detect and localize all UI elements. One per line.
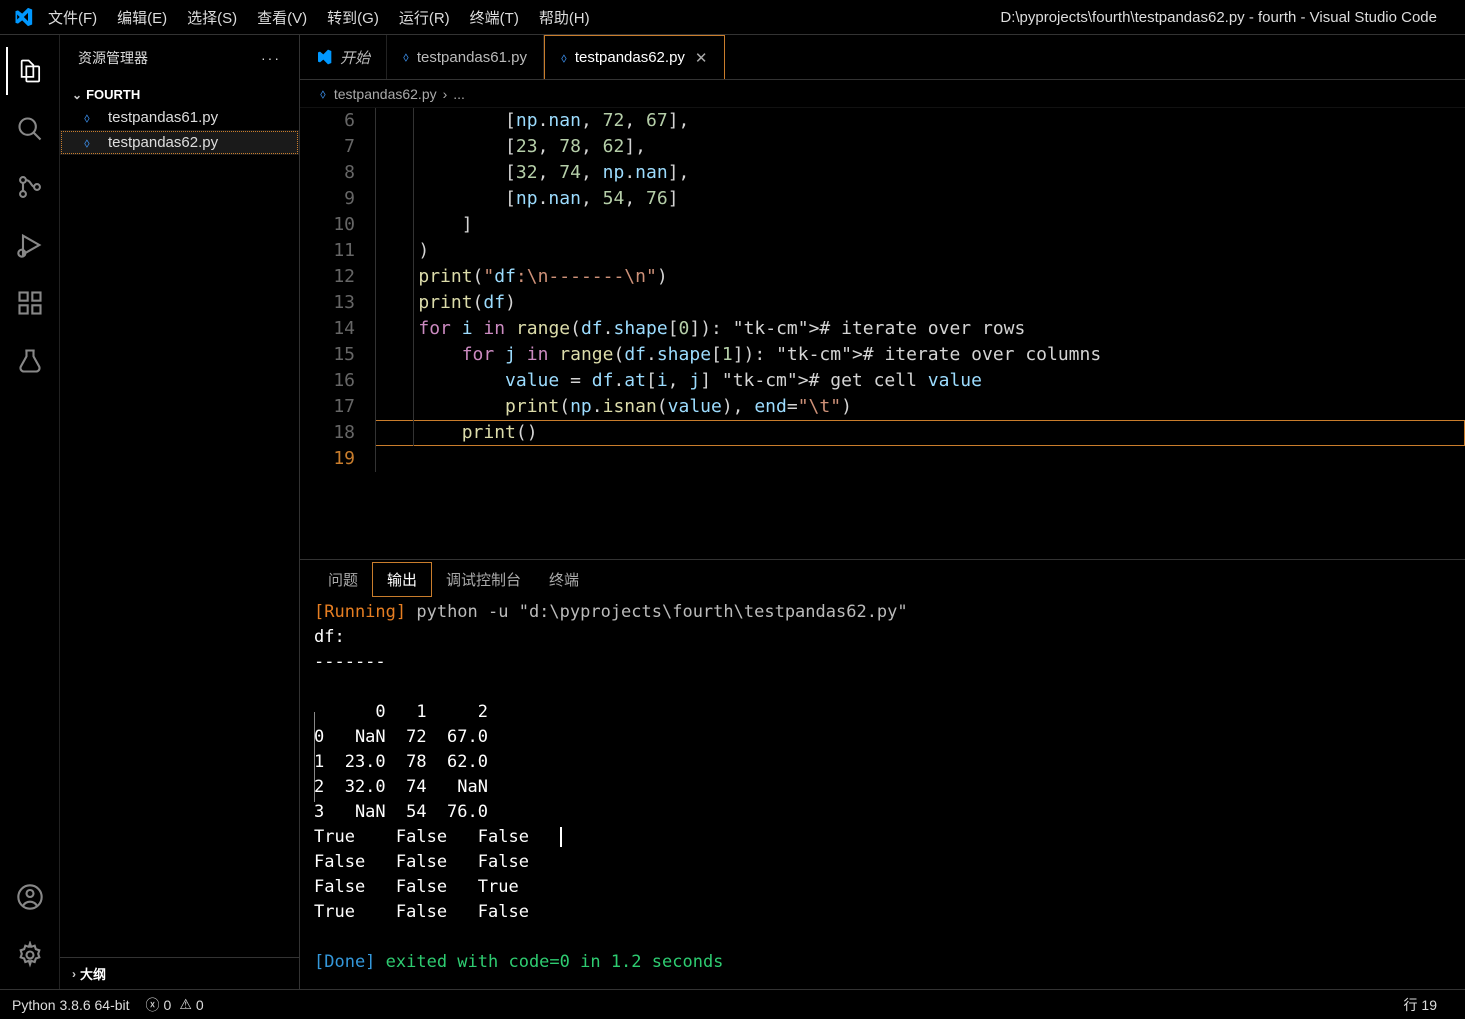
bottom-panel: 问题 输出 调试控制台 终端 [Running] python -u "d:\p…	[300, 559, 1465, 989]
folder-name: FOURTH	[86, 87, 140, 102]
python-file-icon: ⬨	[403, 49, 409, 65]
outline-label: 大纲	[80, 964, 106, 983]
error-icon: ⓧ	[146, 995, 160, 1015]
explorer-icon[interactable]	[6, 47, 54, 95]
panel-tab-output[interactable]: 输出	[372, 562, 432, 597]
menu-run[interactable]: 运行(R)	[389, 3, 460, 32]
breadcrumb[interactable]: ⬨ testpandas62.py › ...	[300, 80, 1465, 108]
close-icon[interactable]: ✕	[695, 49, 708, 67]
file-label: testpandas62.py	[108, 134, 218, 151]
file-item-testpandas61[interactable]: ⬨ testpandas61.py	[60, 105, 299, 130]
menu-go[interactable]: 转到(G)	[317, 3, 389, 32]
chevron-right-icon: ›	[72, 967, 76, 981]
more-icon[interactable]: ···	[261, 50, 281, 66]
editor-area: 开始 ⬨ testpandas61.py ⬨ testpandas62.py ✕…	[300, 35, 1465, 989]
menu-file[interactable]: 文件(F)	[38, 3, 107, 32]
panel-tab-debug-console[interactable]: 调试控制台	[432, 563, 535, 596]
python-file-icon: ⬨	[84, 135, 102, 151]
menu-edit[interactable]: 编辑(E)	[107, 3, 177, 32]
run-debug-icon[interactable]	[6, 221, 54, 269]
source-control-icon[interactable]	[6, 163, 54, 211]
tab-label: testpandas62.py	[575, 49, 685, 66]
tab-testpandas61[interactable]: ⬨ testpandas61.py	[387, 35, 544, 79]
breadcrumb-file: testpandas62.py	[334, 86, 437, 102]
panel-tab-terminal[interactable]: 终端	[535, 563, 593, 596]
status-python[interactable]: Python 3.8.6 64-bit	[12, 997, 130, 1013]
menu-help[interactable]: 帮助(H)	[529, 3, 600, 32]
code-body[interactable]: [np.nan, 72, 67], [23, 78, 62], [32, 74,…	[375, 108, 1465, 559]
explorer-sidebar: 资源管理器 ··· ⌄ FOURTH ⬨ testpandas61.py ⬨ t…	[60, 35, 300, 989]
activity-bar	[0, 35, 60, 989]
python-file-icon: ⬨	[561, 50, 567, 66]
testing-icon[interactable]	[6, 337, 54, 385]
sidebar-header: 资源管理器 ···	[60, 35, 299, 80]
line-gutter: 678910111213141516171819	[300, 108, 375, 559]
panel-tab-problems[interactable]: 问题	[314, 563, 372, 596]
tab-start[interactable]: 开始	[300, 35, 387, 79]
folder-header[interactable]: ⌄ FOURTH	[60, 84, 299, 105]
vscode-logo-icon	[8, 7, 38, 27]
outline-header[interactable]: › 大纲	[60, 957, 299, 989]
tab-label: 开始	[340, 47, 370, 68]
python-file-icon: ⬨	[320, 86, 326, 102]
menu-view[interactable]: 查看(V)	[247, 3, 317, 32]
code-editor[interactable]: 678910111213141516171819 [np.nan, 72, 67…	[300, 108, 1465, 559]
main-menu: 文件(F) 编辑(E) 选择(S) 查看(V) 转到(G) 运行(R) 终端(T…	[38, 3, 600, 32]
python-file-icon: ⬨	[84, 110, 102, 126]
window-title: D:\pyprojects\fourth\testpandas62.py - f…	[600, 9, 1457, 26]
panel-tab-bar: 问题 输出 调试控制台 终端	[300, 560, 1465, 598]
menu-terminal[interactable]: 终端(T)	[460, 3, 529, 32]
tab-bar: 开始 ⬨ testpandas61.py ⬨ testpandas62.py ✕	[300, 35, 1465, 80]
tab-label: testpandas61.py	[417, 49, 527, 66]
file-label: testpandas61.py	[108, 109, 218, 126]
main-container: 资源管理器 ··· ⌄ FOURTH ⬨ testpandas61.py ⬨ t…	[0, 35, 1465, 989]
accounts-icon[interactable]	[6, 873, 54, 921]
output-body[interactable]: [Running] python -u "d:\pyprojects\fourt…	[300, 598, 1465, 989]
tab-testpandas62[interactable]: ⬨ testpandas62.py ✕	[544, 35, 725, 79]
file-item-testpandas62[interactable]: ⬨ testpandas62.py	[60, 130, 299, 155]
sidebar-title: 资源管理器	[78, 48, 148, 68]
menu-selection[interactable]: 选择(S)	[177, 3, 247, 32]
titlebar: 文件(F) 编辑(E) 选择(S) 查看(V) 转到(G) 运行(R) 终端(T…	[0, 0, 1465, 35]
search-icon[interactable]	[6, 105, 54, 153]
status-line-col[interactable]: 行 19	[1404, 995, 1437, 1015]
vscode-logo-icon	[316, 49, 332, 65]
status-bar: Python 3.8.6 64-bit ⓧ 0 ⚠ 0 行 19	[0, 989, 1465, 1019]
status-errors[interactable]: ⓧ 0 ⚠ 0	[146, 995, 204, 1015]
breadcrumb-rest: ...	[453, 86, 465, 102]
extensions-icon[interactable]	[6, 279, 54, 327]
settings-gear-icon[interactable]	[6, 931, 54, 979]
chevron-down-icon: ⌄	[72, 88, 82, 102]
warning-icon: ⚠	[179, 996, 192, 1013]
